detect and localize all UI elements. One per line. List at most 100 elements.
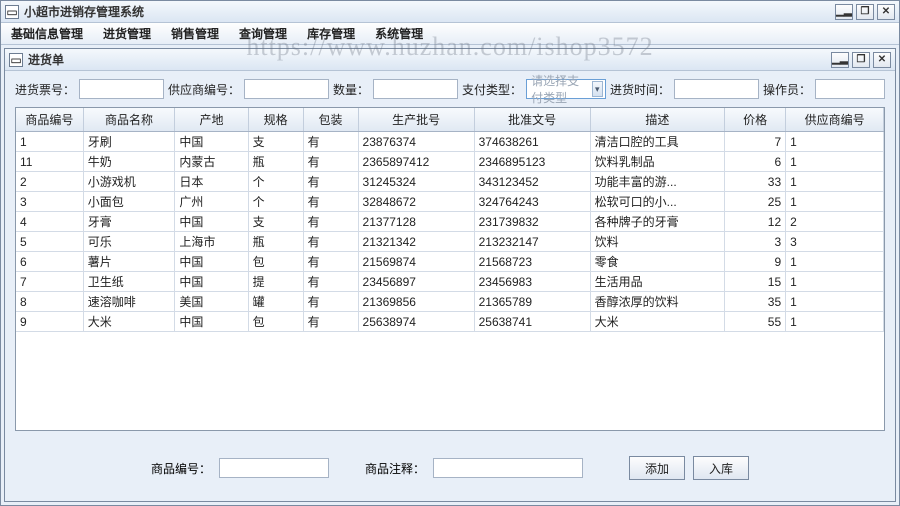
- code-input[interactable]: [219, 458, 329, 478]
- table-cell: 小面包: [83, 192, 175, 212]
- col-header[interactable]: 商品名称: [83, 108, 175, 132]
- table-cell: 25: [725, 192, 786, 212]
- col-header[interactable]: 生产批号: [358, 108, 474, 132]
- table-cell: 5: [16, 232, 83, 252]
- menu-item-1[interactable]: 进货管理: [99, 23, 155, 44]
- col-header[interactable]: 供应商编号: [786, 108, 884, 132]
- table-cell: 1: [786, 272, 884, 292]
- add-button[interactable]: 添加: [629, 456, 685, 480]
- table-cell: 牙刷: [83, 132, 175, 152]
- table-cell: 11: [16, 152, 83, 172]
- note-input[interactable]: [433, 458, 583, 478]
- table-cell: 美国: [175, 292, 248, 312]
- table-cell: 1: [786, 252, 884, 272]
- table-cell: 9: [16, 312, 83, 332]
- paytype-combo[interactable]: 请选择支付类型 ▾: [526, 79, 606, 99]
- ticket-input[interactable]: [79, 79, 164, 99]
- qty-input[interactable]: [373, 79, 458, 99]
- table-cell: 有: [303, 212, 358, 232]
- menu-item-2[interactable]: 销售管理: [167, 23, 223, 44]
- paytype-label: 支付类型：: [462, 81, 522, 98]
- table-row[interactable]: 2小游戏机日本个有31245324343123452功能丰富的游...331: [16, 172, 884, 192]
- table-cell: 9: [725, 252, 786, 272]
- paytype-placeholder: 请选择支付类型: [531, 72, 588, 106]
- table-cell: 21321342: [358, 232, 474, 252]
- outer-close-button[interactable]: ✕: [877, 4, 895, 20]
- table-cell: 饮料乳制品: [590, 152, 724, 172]
- form-content: 进货票号： 供应商编号： 数量： 支付类型： 请选择支付类型 ▾ 进货时间： 操…: [5, 71, 895, 501]
- table-cell: 343123452: [474, 172, 590, 192]
- menu-item-3[interactable]: 查询管理: [235, 23, 291, 44]
- note-label: 商品注释：: [365, 460, 425, 477]
- stock-button[interactable]: 入库: [693, 456, 749, 480]
- outer-max-button[interactable]: ❐: [856, 4, 874, 20]
- table-row[interactable]: 7卫生纸中国提有2345689723456983生活用品151: [16, 272, 884, 292]
- col-header[interactable]: 描述: [590, 108, 724, 132]
- time-input[interactable]: [674, 79, 759, 99]
- table-cell: 中国: [175, 312, 248, 332]
- table-cell: 23456983: [474, 272, 590, 292]
- table-cell: 2: [16, 172, 83, 192]
- outer-min-button[interactable]: ▁▂: [835, 4, 853, 20]
- table-cell: 卫生纸: [83, 272, 175, 292]
- menu-item-5[interactable]: 系统管理: [371, 23, 427, 44]
- table-cell: 个: [248, 172, 303, 192]
- table-cell: 374638261: [474, 132, 590, 152]
- form-icon: ▭: [9, 53, 23, 67]
- table-cell: 功能丰富的游...: [590, 172, 724, 192]
- filter-row: 进货票号： 供应商编号： 数量： 支付类型： 请选择支付类型 ▾ 进货时间： 操…: [15, 79, 885, 99]
- table-row[interactable]: 5可乐上海市瓶有21321342213232147饮料33: [16, 232, 884, 252]
- table-cell: 有: [303, 232, 358, 252]
- inner-title: 进货单: [28, 51, 831, 68]
- table-cell: 1: [786, 132, 884, 152]
- table-cell: 有: [303, 252, 358, 272]
- col-header[interactable]: 价格: [725, 108, 786, 132]
- qty-label: 数量：: [333, 81, 369, 98]
- table-row[interactable]: 8速溶咖啡美国罐有2136985621365789香醇浓厚的饮料351: [16, 292, 884, 312]
- table-cell: 1: [786, 312, 884, 332]
- table-cell: 松软可口的小...: [590, 192, 724, 212]
- table-cell: 3: [16, 192, 83, 212]
- table-row[interactable]: 3小面包广州个有32848672324764243松软可口的小...251: [16, 192, 884, 212]
- table-cell: 12: [725, 212, 786, 232]
- supplier-input[interactable]: [244, 79, 329, 99]
- inner-window: ▭ 进货单 ▁▂ ❐ ✕ 进货票号： 供应商编号： 数量： 支付类型：: [4, 48, 896, 502]
- table-cell: 21377128: [358, 212, 474, 232]
- table-cell: 中国: [175, 212, 248, 232]
- table-row[interactable]: 9大米中国包有2563897425638741大米551: [16, 312, 884, 332]
- table-row[interactable]: 11牛奶内蒙古瓶有23658974122346895123饮料乳制品61: [16, 152, 884, 172]
- operator-input[interactable]: [815, 79, 885, 99]
- table-cell: 大米: [83, 312, 175, 332]
- table-cell: 广州: [175, 192, 248, 212]
- inner-min-button[interactable]: ▁▂: [831, 52, 849, 68]
- table-cell: 31245324: [358, 172, 474, 192]
- col-header[interactable]: 商品编号: [16, 108, 83, 132]
- outer-window-controls: ▁▂ ❐ ✕: [835, 4, 895, 20]
- inner-max-button[interactable]: ❐: [852, 52, 870, 68]
- ticket-label: 进货票号：: [15, 81, 75, 98]
- table-cell: 2346895123: [474, 152, 590, 172]
- operator-label: 操作员：: [763, 81, 811, 98]
- table-cell: 个: [248, 192, 303, 212]
- table-cell: 内蒙古: [175, 152, 248, 172]
- col-header[interactable]: 包装: [303, 108, 358, 132]
- table-cell: 3: [725, 232, 786, 252]
- table-cell: 23456897: [358, 272, 474, 292]
- inner-close-button[interactable]: ✕: [873, 52, 891, 68]
- col-header[interactable]: 批准文号: [474, 108, 590, 132]
- menu-item-4[interactable]: 库存管理: [303, 23, 359, 44]
- table-cell: 6: [725, 152, 786, 172]
- table-row[interactable]: 6薯片中国包有2156987421568723零食91: [16, 252, 884, 272]
- table-cell: 上海市: [175, 232, 248, 252]
- table-cell: 25638741: [474, 312, 590, 332]
- table-cell: 1: [786, 292, 884, 312]
- table-cell: 35: [725, 292, 786, 312]
- table-row[interactable]: 4牙膏中国支有21377128231739832各种牌子的牙膏122: [16, 212, 884, 232]
- table-cell: 可乐: [83, 232, 175, 252]
- table-row[interactable]: 1牙刷中国支有23876374374638261清洁口腔的工具71: [16, 132, 884, 152]
- table-cell: 有: [303, 152, 358, 172]
- menu-item-0[interactable]: 基础信息管理: [7, 23, 87, 44]
- col-header[interactable]: 规格: [248, 108, 303, 132]
- table-cell: 1: [786, 172, 884, 192]
- col-header[interactable]: 产地: [175, 108, 248, 132]
